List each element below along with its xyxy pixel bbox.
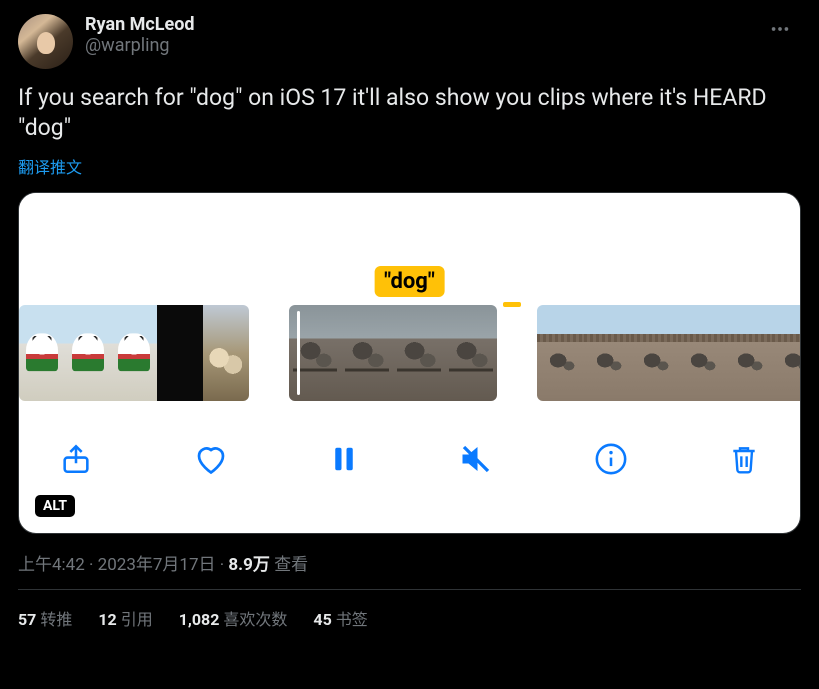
clip-frame — [341, 305, 393, 401]
clip-frame — [631, 305, 678, 401]
clip-group[interactable] — [289, 305, 497, 401]
tweet-meta: 上午4:42 · 2023年7月17日 · 8.9万 查看 — [18, 550, 801, 590]
tweet-header: Ryan McLeod @warpling — [18, 14, 801, 69]
tweet-stats: 57转推 12引用 1,082喜欢次数 45书签 — [18, 590, 801, 630]
bookmarks-stat[interactable]: 45书签 — [313, 606, 367, 630]
clip-group[interactable] — [19, 305, 249, 401]
caption-bubble: "dog" — [374, 266, 445, 297]
clip-frame — [584, 305, 631, 401]
avatar[interactable] — [18, 14, 73, 69]
views-label: 查看 — [274, 555, 308, 575]
clip-frame — [111, 305, 157, 401]
clip-group[interactable] — [537, 305, 800, 401]
share-icon[interactable] — [59, 442, 93, 476]
clip-frame — [19, 305, 65, 401]
clip-frame — [772, 305, 800, 401]
retweets-stat[interactable]: 57转推 — [18, 606, 72, 630]
clip-frame — [678, 305, 725, 401]
tweet-header-left: Ryan McLeod @warpling — [18, 14, 195, 69]
tweet-container: Ryan McLeod @warpling If you search for … — [0, 0, 819, 644]
user-handle[interactable]: @warpling — [85, 35, 195, 56]
clip-frame — [393, 305, 445, 401]
video-timeline[interactable] — [19, 305, 800, 401]
user-info: Ryan McLeod @warpling — [85, 14, 195, 69]
clip-frame — [445, 305, 497, 401]
more-icon[interactable] — [765, 14, 795, 48]
clip-frame — [289, 305, 341, 401]
tweet-time[interactable]: 上午4:42 — [18, 555, 85, 575]
heart-icon[interactable] — [193, 441, 229, 477]
pause-icon[interactable] — [329, 442, 359, 476]
clip-frame — [65, 305, 111, 401]
display-name[interactable]: Ryan McLeod — [85, 14, 195, 35]
likes-stat[interactable]: 1,082喜欢次数 — [179, 606, 288, 630]
clip-frame — [203, 305, 249, 401]
views-count: 8.9万 — [228, 555, 269, 575]
alt-badge[interactable]: ALT — [35, 495, 75, 517]
media-toolbar — [19, 401, 800, 491]
clip-frame — [725, 305, 772, 401]
quotes-stat[interactable]: 12引用 — [98, 606, 152, 630]
mute-icon[interactable] — [458, 441, 494, 477]
clip-frame — [537, 305, 584, 401]
tweet-text: If you search for "dog" on iOS 17 it'll … — [18, 83, 801, 144]
media-header: "dog" — [19, 193, 800, 305]
translate-link[interactable]: 翻译推文 — [18, 154, 82, 178]
clip-frame — [157, 305, 203, 401]
tweet-date[interactable]: 2023年7月17日 — [98, 555, 216, 575]
caption-tick — [503, 302, 521, 307]
info-icon[interactable] — [594, 442, 628, 476]
media-attachment[interactable]: "dog" — [18, 192, 801, 534]
trash-icon[interactable] — [728, 442, 760, 476]
